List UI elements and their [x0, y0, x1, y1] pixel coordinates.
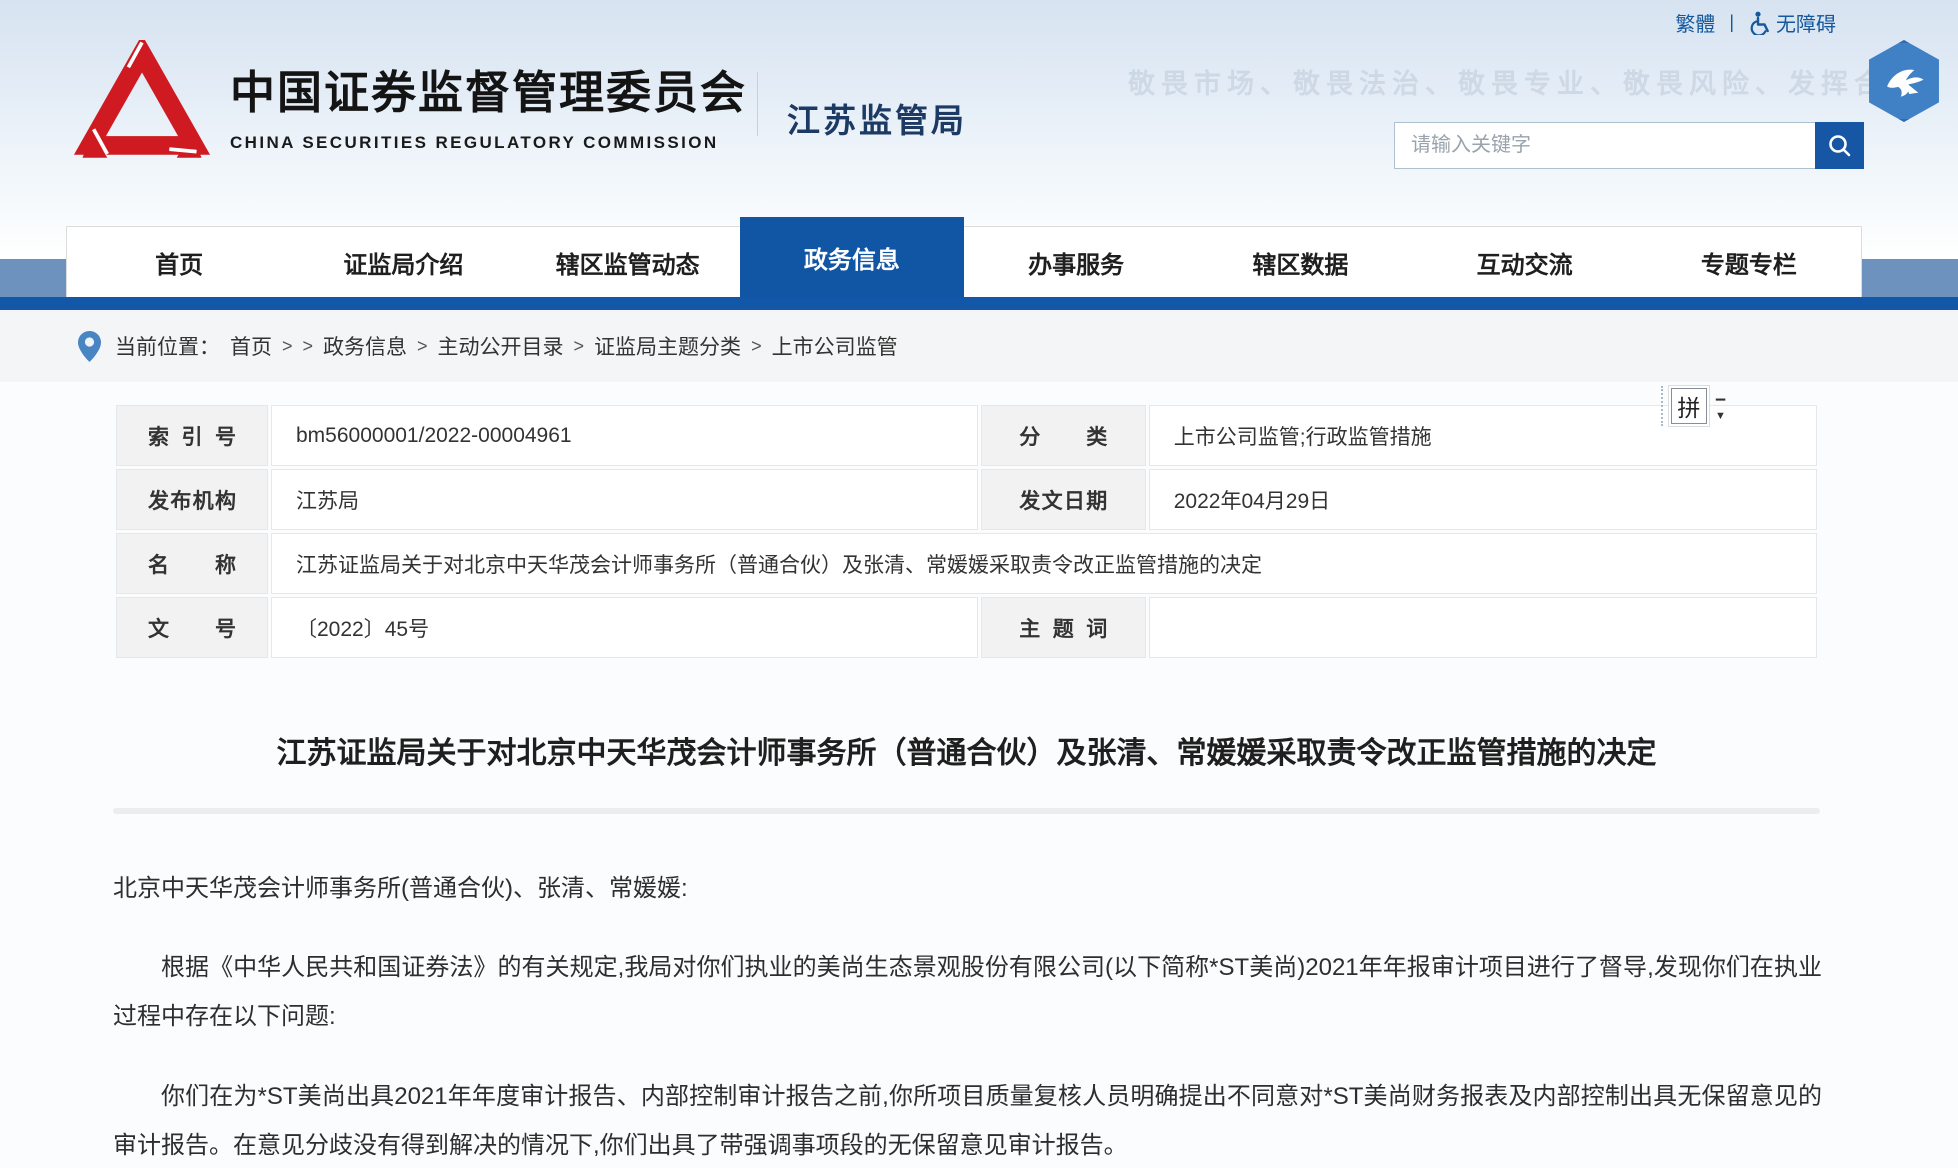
pinyin-toggle-icon[interactable]: − ▼	[1715, 391, 1726, 422]
breadcrumb-link[interactable]: 上市公司监管	[772, 331, 898, 361]
document-meta-table: 索引号bm56000001/2022-00004961分类上市公司监管;行政监管…	[113, 402, 1820, 661]
brand-divider	[757, 72, 758, 136]
breadcrumb: 当前位置： 首页 > > 政务信息 > 主动公开目录 > 证监局主题分类 > 上市公司监管	[115, 331, 898, 361]
article-paragraph: 根据《中华人民共和国证券法》的有关规定,我局对你们执业的美尚生态景观股份有限公司…	[113, 943, 1822, 1041]
breadcrumb-link[interactable]: 政务信息	[323, 331, 407, 361]
meta-table-row: 文号〔2022〕45号主题词	[116, 597, 1817, 658]
nav-item[interactable]: 办事服务	[964, 227, 1188, 297]
main-content: 拼 − ▼ 索引号bm56000001/2022-00004961分类上市公司监…	[66, 402, 1862, 1168]
article-title: 江苏证监局关于对北京中天华茂会计师事务所（普通合伙）及张清、常媛媛采取责令改正监…	[113, 731, 1820, 776]
nav-item[interactable]: 首页	[67, 227, 291, 297]
brand-text: 中国证券监督管理委员会 CHINA SECURITIES REGULATORY …	[230, 56, 747, 153]
breadcrumb-bar: 当前位置： 首页 > > 政务信息 > 主动公开目录 > 证监局主题分类 > 上市公司监管	[0, 310, 1958, 382]
meta-label: 发文日期	[981, 469, 1146, 530]
breadcrumb-separator: >	[574, 336, 585, 357]
meta-label: 文号	[116, 597, 268, 658]
csrc-logo-icon	[66, 40, 218, 169]
search-input[interactable]	[1394, 122, 1815, 169]
meta-value: 2022年04月29日	[1149, 469, 1817, 530]
dove-badge[interactable]	[1866, 40, 1942, 122]
dove-icon	[1878, 55, 1930, 107]
meta-value: 〔2022〕45号	[271, 597, 978, 658]
traditional-chinese-link[interactable]: 繁體	[1675, 8, 1715, 37]
header-watermark: 敬畏市场、敬畏法治、敬畏专业、敬畏风险、发挥合力	[1128, 62, 1920, 101]
nav-bar: 首页证监局介绍辖区监管动态政务信息办事服务辖区数据互动交流专题专栏	[66, 226, 1862, 297]
article-body: 北京中天华茂会计师事务所(普通合伙)、张清、常媛媛: 根据《中华人民共和国证券法》…	[113, 864, 1822, 1168]
breadcrumb-link[interactable]: 主动公开目录	[438, 331, 564, 361]
meta-label: 发布机构	[116, 469, 268, 530]
meta-label: 名称	[116, 533, 268, 594]
search-button[interactable]	[1815, 122, 1864, 169]
meta-table-body: 索引号bm56000001/2022-00004961分类上市公司监管;行政监管…	[116, 405, 1817, 658]
meta-label: 分类	[981, 405, 1146, 466]
breadcrumb-separator: >	[282, 336, 293, 357]
breadcrumb-link[interactable]: 首页	[230, 331, 272, 361]
meta-table-row: 索引号bm56000001/2022-00004961分类上市公司监管;行政监管…	[116, 405, 1817, 466]
page: 繁體 | 无障碍 敬畏市场、敬畏法治、敬畏专业、敬畏风险、发挥合力	[0, 0, 1958, 1168]
article-paragraph: 你们在为*ST美尚出具2021年年度审计报告、内部控制审计报告之前,你所项目质量…	[113, 1072, 1822, 1168]
breadcrumb-separator: >	[417, 336, 428, 357]
search-icon	[1827, 133, 1853, 159]
meta-table-row: 名称江苏证监局关于对北京中天华茂会计师事务所（普通合伙）及张清、常媛媛采取责令改…	[116, 533, 1817, 594]
accessibility-label: 无障碍	[1776, 8, 1836, 37]
org-name-en: CHINA SECURITIES REGULATORY COMMISSION	[230, 133, 747, 153]
pinyin-dotted-divider	[1661, 386, 1663, 426]
site-header: 繁體 | 无障碍 敬畏市场、敬畏法治、敬畏专业、敬畏风险、发挥合力	[0, 0, 1958, 310]
article-paragraph: 北京中天华茂会计师事务所(普通合伙)、张清、常媛媛:	[113, 864, 1822, 913]
pinyin-reader-widget[interactable]: 拼 − ▼	[1661, 386, 1726, 426]
bureau-name: 江苏监管局	[787, 94, 967, 142]
accessibility-link[interactable]: 无障碍	[1748, 8, 1836, 37]
topbar: 繁體 | 无障碍	[1675, 8, 1836, 37]
title-divider	[113, 808, 1820, 814]
nav-item[interactable]: 专题专栏	[1637, 227, 1861, 297]
meta-value: 江苏局	[271, 469, 978, 530]
meta-label: 主题词	[981, 597, 1146, 658]
breadcrumb-prefix: 当前位置：	[115, 331, 220, 361]
nav-zone: 首页证监局介绍辖区监管动态政务信息办事服务辖区数据互动交流专题专栏	[0, 214, 1958, 310]
org-name-cn: 中国证券监督管理委员会	[230, 56, 747, 121]
nav-item[interactable]: 辖区数据	[1188, 227, 1412, 297]
meta-label: 索引号	[116, 405, 268, 466]
pinyin-icon[interactable]: 拼	[1671, 388, 1707, 424]
topbar-divider: |	[1729, 12, 1734, 33]
breadcrumb-link[interactable]: 证监局主题分类	[594, 331, 741, 361]
breadcrumb-separator: >	[303, 336, 314, 357]
meta-table-row: 发布机构江苏局发文日期2022年04月29日	[116, 469, 1817, 530]
search-box	[1394, 122, 1864, 169]
meta-value: bm56000001/2022-00004961	[271, 405, 978, 466]
wheelchair-icon	[1748, 11, 1770, 35]
nav-bottom-strip	[0, 297, 1958, 310]
meta-value: 江苏证监局关于对北京中天华茂会计师事务所（普通合伙）及张清、常媛媛采取责令改正监…	[271, 533, 1817, 594]
nav-item[interactable]: 政务信息	[740, 217, 964, 297]
breadcrumb-separator: >	[751, 336, 762, 357]
nav-item[interactable]: 证监局介绍	[291, 227, 515, 297]
nav-item[interactable]: 互动交流	[1413, 227, 1637, 297]
location-pin-icon	[78, 331, 101, 362]
nav-item[interactable]: 辖区监管动态	[516, 227, 740, 297]
meta-value	[1149, 597, 1817, 658]
